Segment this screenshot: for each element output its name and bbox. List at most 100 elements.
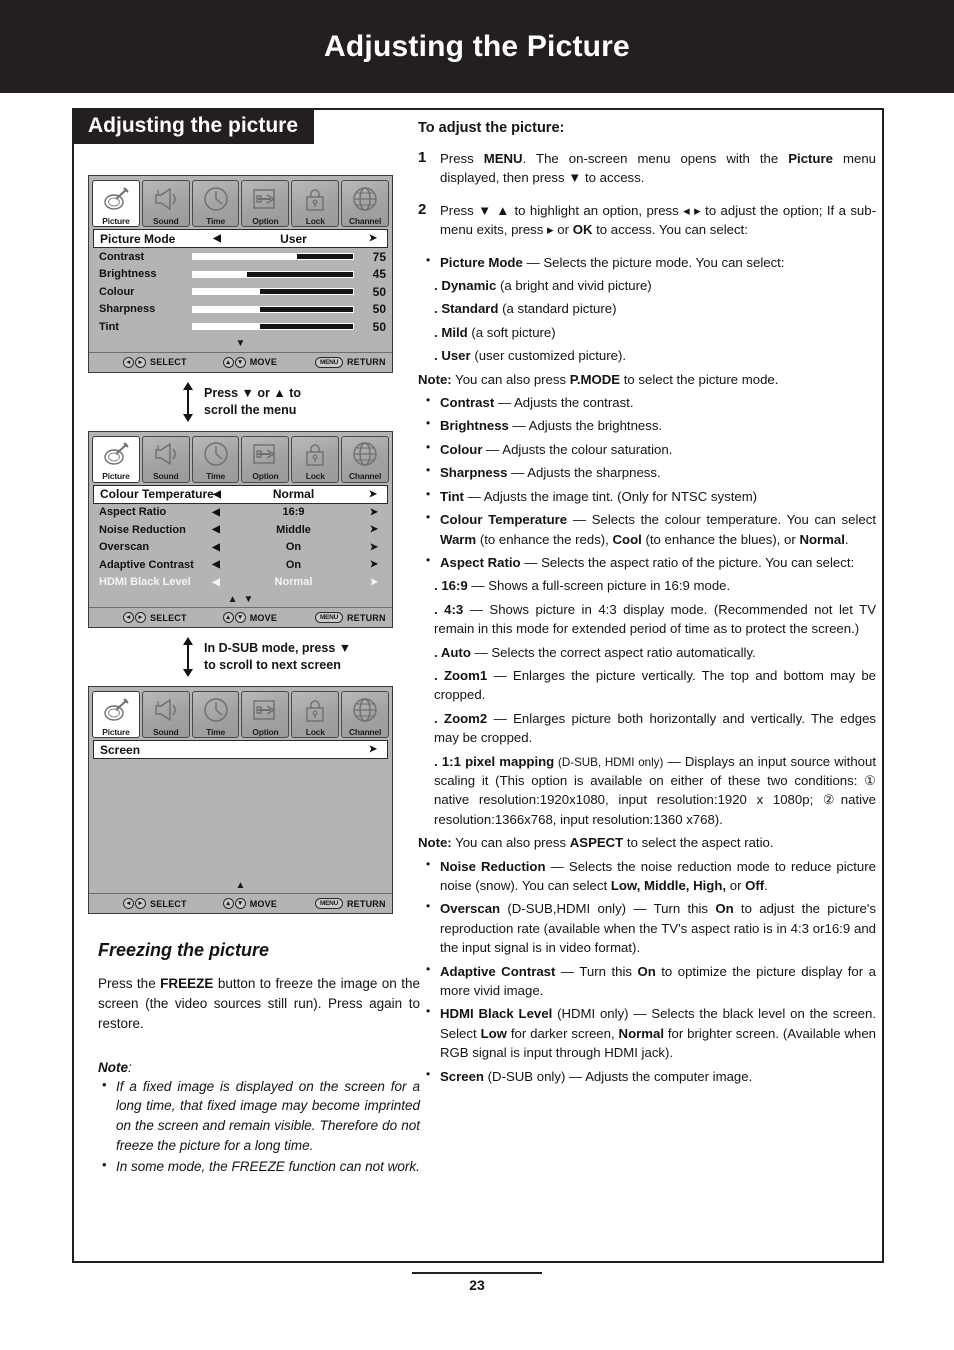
osd-option-label: Aspect Ratio — [99, 506, 167, 519]
osd-slider-contrast[interactable]: Contrast 75 — [93, 248, 388, 266]
osd-footer-return-label: RETURN — [346, 612, 386, 623]
right-arrow-icon[interactable]: ➤ — [359, 744, 387, 755]
up-down-arrow-icon — [180, 637, 196, 677]
picture-icon — [93, 184, 139, 213]
osd-slider-track-wrap[interactable] — [191, 305, 358, 313]
option-sub-item: Zoom1 — Enlarges the picture vertically.… — [418, 666, 876, 705]
osd-panel-screen: Picture Sound Time Option Lock Channel S… — [88, 686, 393, 914]
osd-row-screen[interactable]: Screen ➤ — [93, 740, 388, 759]
left-arrow-icon[interactable]: ◀ — [205, 524, 227, 535]
osd-scroll-hint-up-3: ▲ — [235, 879, 246, 891]
right-arrow-icon[interactable]: ➤ — [359, 489, 387, 500]
osd-tab-lock[interactable]: Lock — [291, 180, 340, 227]
osd-tab-sound[interactable]: Sound — [141, 691, 190, 738]
left-right-key-icon: ◂ ▸ — [123, 898, 146, 909]
option-note-wrap: Note: You can also press ASPECT to selec… — [418, 833, 876, 852]
osd-option-value: Normal — [274, 576, 313, 589]
osd-slider-track[interactable] — [191, 270, 354, 278]
osd-row-colour-temperature[interactable]: Colour Temperature ◀ Normal ➤ — [93, 484, 388, 504]
osd-tab-option[interactable]: Option — [241, 435, 290, 483]
option-bullet: Screen (D-SUB only) — Adjusts the comput… — [418, 1066, 876, 1086]
osd-tab-option[interactable]: Option — [241, 691, 290, 738]
right-arrow-icon[interactable]: ➤ — [360, 542, 388, 553]
osd-footer-move-label: MOVE — [249, 357, 278, 367]
osd-tab-label: Lock — [305, 471, 325, 481]
left-arrow-icon[interactable]: ◀ — [205, 507, 227, 518]
osd-slider-fill — [296, 254, 353, 260]
up-down-key-icon: ▴ ▾ — [222, 356, 246, 368]
osd-slider-track-wrap[interactable] — [191, 270, 358, 278]
osd-tab-picture[interactable]: Picture — [92, 691, 140, 738]
osd-row-picture-mode[interactable]: Picture Mode ◀ User ➤ — [93, 229, 388, 248]
osd-tab-sound[interactable]: Sound — [141, 435, 190, 483]
clock-icon — [193, 440, 239, 469]
osd-tab-time[interactable]: Time — [191, 435, 240, 483]
osd-tab-label: Picture — [102, 215, 130, 226]
osd-tab-lock[interactable]: Lock — [291, 435, 340, 483]
left-arrow-icon[interactable]: ◀ — [205, 559, 227, 570]
osd-row-overscan[interactable]: Overscan ◀ On ➤ — [93, 539, 388, 557]
osd-slider-track-wrap[interactable] — [191, 288, 358, 296]
left-right-key-icon: ◂ ▸ — [123, 612, 146, 623]
osd-slider-track[interactable] — [191, 288, 354, 296]
instruction-dsub-scroll: In D-SUB mode, press ▼ to scroll to next… — [180, 637, 428, 677]
speaker-icon — [143, 440, 189, 469]
right-arrow-icon[interactable]: ➤ — [360, 524, 388, 535]
right-arrow-icon[interactable]: ➤ — [360, 507, 388, 518]
instruction-line-2: scroll the menu — [204, 402, 297, 417]
instruction-dsub-scroll-text: In D-SUB mode, press ▼ to scroll to next… — [204, 640, 351, 674]
osd-slider-brightness[interactable]: Brightness 45 — [93, 266, 388, 284]
osd-slider-track-wrap[interactable] — [191, 323, 358, 331]
osd-tab-picture[interactable]: Picture — [92, 180, 140, 227]
osd-tab-channel[interactable]: Channel — [341, 180, 389, 227]
osd-slider-colour[interactable]: Colour 50 — [93, 283, 388, 301]
osd-slider-value: 75 — [372, 249, 386, 264]
osd-slider-tint[interactable]: Tint 50 — [93, 318, 388, 336]
osd-tab-sound[interactable]: Sound — [141, 180, 190, 227]
osd-tab-channel[interactable]: Channel — [341, 691, 389, 738]
osd-slider-sharpness[interactable]: Sharpness 50 — [93, 301, 388, 319]
osd-tab-lock[interactable]: Lock — [291, 691, 340, 738]
osd-footer-move: ▴ ▾ MOVE — [222, 898, 277, 909]
left-arrow-icon[interactable]: ◀ — [206, 489, 228, 500]
left-arrow-icon[interactable]: ◀ — [205, 542, 227, 553]
osd-tab-time[interactable]: Time — [191, 180, 240, 227]
to-adjust-heading: To adjust the picture: — [418, 120, 565, 136]
footer-rule — [412, 1272, 542, 1274]
option-bullet: Aspect Ratio — Selects the aspect ratio … — [418, 552, 876, 572]
osd-tab-label: Sound — [153, 215, 179, 226]
osd-row-noise-reduction[interactable]: Noise Reduction ◀ Middle ➤ — [93, 521, 388, 539]
osd-slider-track[interactable] — [191, 253, 354, 261]
osd-slider-track[interactable] — [191, 323, 354, 331]
osd-row-aspect-ratio[interactable]: Aspect Ratio ◀ 16:9 ➤ — [93, 504, 388, 522]
osd-slider-track-wrap[interactable] — [191, 253, 358, 261]
osd-slider-track[interactable] — [191, 305, 354, 313]
osd-option-value: 16:9 — [282, 506, 305, 519]
osd-tab-option[interactable]: Option — [241, 180, 290, 227]
option-bullet: Adaptive Contrast — Turn this On to opti… — [418, 961, 876, 1001]
osd-tab-channel[interactable]: Channel — [341, 435, 389, 483]
right-arrow-icon[interactable]: ➤ — [359, 233, 387, 244]
step-1: 1 Press MENU. The on-screen menu opens wi… — [418, 149, 876, 188]
globe-icon — [342, 695, 388, 724]
osd-label-screen: Screen — [100, 742, 141, 757]
osd-row-hdmi-black-level[interactable]: HDMI Black Level ◀ Normal ➤ — [93, 574, 388, 592]
osd-tab-time[interactable]: Time — [191, 691, 240, 738]
osd-slider-value: 50 — [372, 284, 386, 299]
left-arrow-icon[interactable]: ◀ — [205, 577, 227, 588]
right-arrow-icon[interactable]: ➤ — [360, 577, 388, 588]
right-arrow-icon[interactable]: ➤ — [360, 559, 388, 570]
option-sub-wrap: User (user customized picture). — [418, 346, 876, 365]
osd-option-value: Middle — [276, 523, 311, 536]
up-down-key-icon: ▴ ▾ — [222, 898, 246, 909]
osd-panel-picture-advanced: Picture Sound Time Option Lock Channel C… — [88, 430, 393, 628]
option-note: Note: You can also press ASPECT to selec… — [418, 835, 774, 851]
page-number: 23 — [469, 1277, 485, 1293]
option-note-wrap: Note: You can also press P.MODE to selec… — [418, 370, 876, 389]
osd-row-adaptive-contrast[interactable]: Adaptive Contrast ◀ On ➤ — [93, 556, 388, 574]
left-arrow-icon[interactable]: ◀ — [206, 233, 228, 244]
osd-tab-picture[interactable]: Picture — [92, 435, 140, 483]
osd-body-3: Screen ➤ ▲ — [89, 740, 392, 893]
picture-icon — [93, 440, 139, 469]
osd-option-label: HDMI Black Level — [99, 576, 191, 589]
